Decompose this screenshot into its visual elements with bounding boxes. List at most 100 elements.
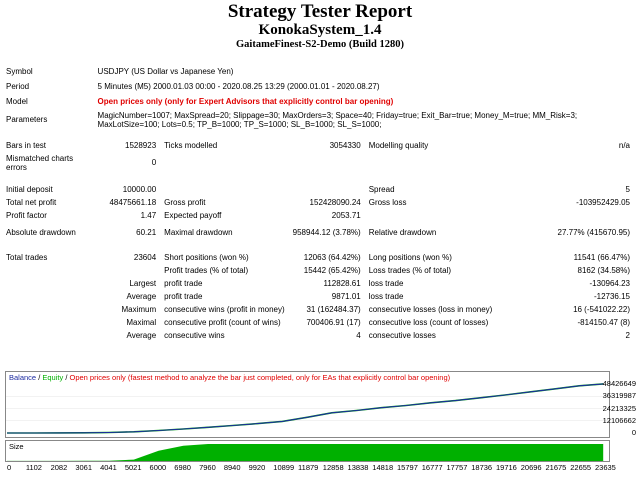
trades-value: 23604 [133, 252, 157, 262]
x-tick-label: 22655 [570, 463, 592, 472]
maximal-label: Maximal [126, 317, 157, 327]
y-tick-label: 36319987 [602, 391, 636, 401]
mcp-label: consecutive profit (count of wins) [164, 317, 281, 327]
period-label: Period [6, 81, 30, 91]
x-tick-label: 11879 [298, 463, 319, 472]
reldd-value: 27.77% (415670.95) [557, 228, 631, 238]
mcll-value: -814150.47 (8) [577, 317, 630, 327]
llt-value: -130964.23 [589, 278, 630, 288]
size-label: Size [9, 442, 24, 451]
x-tick-label: 23635 [595, 463, 616, 472]
pf-label: Profit factor [6, 210, 47, 220]
ptrades-value: 15442 (65.42%) [303, 265, 361, 275]
report-table: Symbol USDJPY (US Dollar vs Japanese Yen… [0, 64, 632, 342]
x-tick-label: 6000 [149, 463, 167, 472]
x-tick-label: 7960 [199, 463, 216, 472]
symbol-value: USDJPY (US Dollar vs Japanese Yen) [97, 66, 234, 76]
largest-label: Largest [129, 278, 157, 288]
ticks-label: Ticks modelled [164, 141, 218, 151]
short-label: Short positions (won %) [164, 252, 249, 262]
report-title: Strategy Tester Report [227, 1, 413, 22]
size-chart-svg [7, 444, 604, 461]
mismatch-value: 0 [151, 158, 157, 168]
deposit-value: 10000.00 [122, 184, 157, 194]
llt-label: loss trade [368, 278, 404, 288]
ltrades-value: 8162 (34.58%) [577, 265, 630, 275]
expert-name: KonokaSystem_1.4 [258, 22, 382, 38]
y-tick-label: 48426649 [602, 379, 636, 388]
mcw-value: 31 (162484.37) [306, 304, 361, 314]
bars-label: Bars in test [6, 141, 47, 151]
balance-chart: Balance / Equity / Open prices only (fas… [5, 371, 610, 438]
x-tick-label: 15797 [397, 463, 418, 472]
absdd-label: Absolute drawdown [6, 228, 76, 238]
period-value: 5 Minutes (M5) 2000.01.03 00:00 - 2020.0… [97, 81, 380, 91]
mcp-value: 700406.91 (17) [306, 317, 361, 327]
mcl-value: 16 (-541022.22) [573, 304, 630, 314]
size-chart: Size [5, 440, 610, 462]
x-tick-label: 2082 [50, 463, 68, 472]
params-value: MagicNumber=1007; MaxSpread=20; Slippage… [97, 110, 578, 129]
ptrades-label: Profit trades (% of total) [164, 265, 249, 275]
apt-label: profit trade [164, 291, 203, 301]
payoff-value: 2053.71 [331, 210, 361, 220]
y-tick-label: 0 [631, 428, 636, 437]
x-tick-label: 6980 [174, 463, 191, 472]
legend-note: Open prices only (fastest method to anal… [69, 373, 451, 382]
acw-label: consecutive wins [164, 330, 225, 340]
x-tick-label: 9920 [248, 463, 266, 472]
maxdd-label: Maximal drawdown [164, 228, 233, 238]
long-label: Long positions (won %) [368, 252, 452, 262]
legend-equity: Equity [42, 373, 64, 382]
x-tick-label: 8940 [223, 463, 241, 472]
y-tick-label: 24213325 [602, 403, 636, 413]
x-tick-label: 14818 [372, 463, 394, 472]
params-label: Parameters [6, 115, 48, 125]
acl-value: 2 [625, 330, 630, 340]
model-value: Open prices only (only for Expert Adviso… [97, 96, 394, 106]
mcl-label: consecutive losses (loss in money) [368, 304, 493, 314]
ltrades-label: Loss trades (% of total) [368, 265, 451, 275]
quality-value: n/a [618, 141, 630, 151]
acl-label: consecutive losses [368, 330, 436, 340]
maxdd-value: 958944.12 (3.78%) [292, 228, 361, 238]
x-tick-label: 17757 [446, 463, 468, 472]
mismatch-label: Mismatched charts errors [6, 153, 74, 172]
x-axis-labels: 0 1102 2082 3061 4041 5021 6000 6980 7960 8940 992… [0, 463, 640, 475]
alt-label: loss trade [368, 291, 404, 301]
netprofit-label: Total net profit [6, 197, 57, 207]
x-tick-label: 0 [7, 463, 12, 472]
lpt-label: profit trade [164, 278, 203, 288]
x-tick-label: 10899 [273, 463, 295, 472]
grossprofit-value: 152428090.24 [309, 197, 361, 207]
quality-label: Modelling quality [368, 141, 429, 151]
deposit-label: Initial deposit [6, 184, 53, 194]
trades-label: Total trades [6, 252, 48, 262]
acw-value: 4 [356, 330, 361, 340]
x-tick-label: 20696 [520, 463, 542, 472]
spread-value: 5 [625, 184, 630, 194]
chart-legend: Balance / Equity / Open prices only (fas… [9, 373, 450, 382]
grossloss-label: Gross loss [368, 197, 407, 207]
netprofit-value: 48475661.18 [109, 197, 157, 207]
grossprofit-label: Gross profit [164, 197, 206, 207]
reldd-label: Relative drawdown [368, 228, 437, 238]
symbol-label: Symbol [6, 66, 33, 76]
server-build: GaitameFinest-S2-Demo (Build 1280) [236, 39, 404, 50]
y-tick-label: 12106662 [602, 415, 636, 425]
pf-value: 1.47 [140, 210, 157, 220]
x-tick-label: 3061 [75, 463, 92, 472]
x-tick-label: 16777 [421, 463, 443, 472]
x-tick-label: 1102 [25, 463, 42, 472]
x-tick-label: 18736 [471, 463, 493, 472]
maximum-label: Maximum [121, 304, 157, 314]
model-label: Model [6, 96, 28, 106]
average2-label: Average [126, 330, 157, 340]
x-tick-label: 4041 [100, 463, 117, 472]
legend-balance: Balance [9, 373, 37, 382]
spread-label: Spread [368, 184, 395, 194]
mcw-label: consecutive wins (profit in money) [164, 304, 285, 314]
long-value: 11541 (66.47%) [573, 252, 630, 262]
mcll-label: consecutive loss (count of losses) [368, 317, 489, 327]
alt-value: -12736.15 [593, 291, 630, 301]
